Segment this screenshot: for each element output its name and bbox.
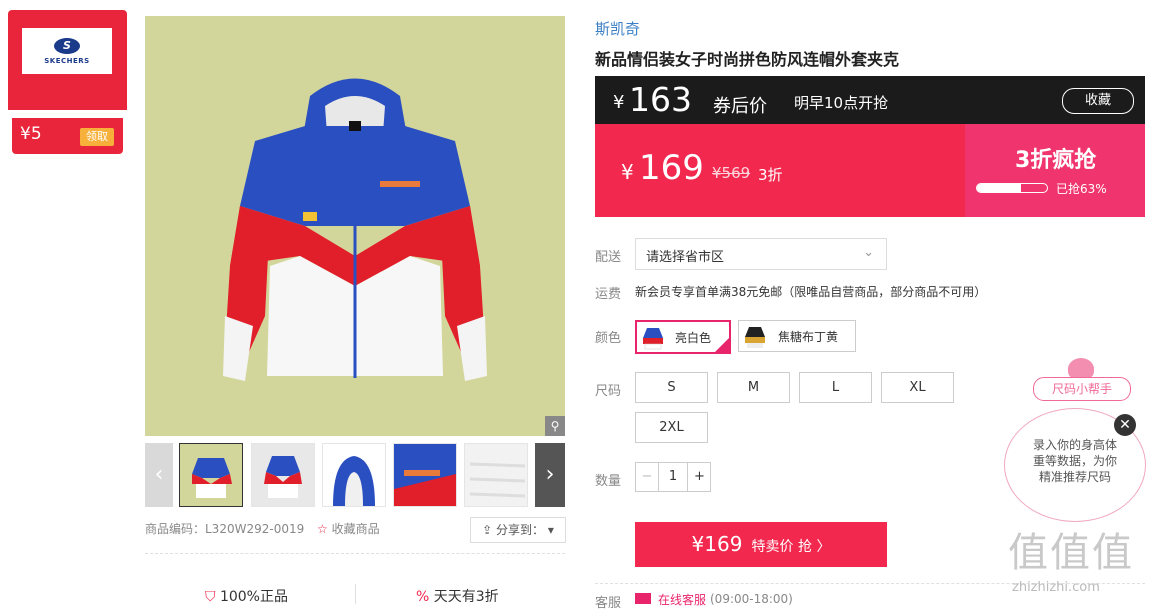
- color-swatch: [745, 327, 765, 348]
- discount-rate: 3折: [758, 166, 783, 184]
- quantity-increase-button[interactable]: +: [687, 463, 711, 491]
- star-icon: ☆: [317, 522, 328, 536]
- share-label: 分享到：: [496, 523, 545, 537]
- discount-icon: %: [416, 589, 430, 605]
- region-select[interactable]: 请选择省市区 ⌄: [635, 238, 887, 270]
- color-name: 亮白色: [675, 331, 712, 345]
- buy-price: ¥169: [691, 532, 743, 556]
- color-label: 颜色: [595, 331, 622, 346]
- guarantee-discount: % 天天有3折: [416, 586, 499, 606]
- thumbnail-strip: ‹ ›: [145, 443, 565, 507]
- sold-progress-bar: [976, 183, 1048, 193]
- size-option[interactable]: L: [799, 372, 872, 403]
- color-option[interactable]: 焦糖布丁黄: [738, 320, 856, 352]
- favorite-label: 收藏商品: [331, 522, 380, 536]
- sold-progress-fill: [977, 184, 1022, 192]
- claim-coupon-button[interactable]: 领取: [80, 128, 114, 146]
- quantity-label: 数量: [595, 474, 622, 489]
- thumbnail[interactable]: [322, 443, 386, 507]
- coupon-price-bar: ¥ 163 券后价 明早10点开抢 收藏: [595, 76, 1145, 124]
- watermark-site: zhizhizhi.com: [1012, 580, 1100, 595]
- chat-icon: [635, 593, 651, 604]
- chevron-down-icon: ⌄: [863, 245, 874, 260]
- size-option[interactable]: XL: [881, 372, 954, 403]
- brand-link[interactable]: 斯凯奇: [595, 18, 640, 39]
- delivery-label: 配送: [595, 250, 622, 265]
- divider: [355, 584, 356, 604]
- size-option[interactable]: 2XL: [635, 412, 708, 443]
- share-button[interactable]: ⇪ 分享到： ▾: [470, 517, 566, 543]
- product-title: 新品情侣装女子时尚拼色防风连帽外套夹克: [595, 50, 900, 69]
- size-helper-text: 录入你的身高体重等数据，为你精准推荐尺码: [1032, 438, 1117, 484]
- buy-button[interactable]: ¥169 特卖价 抢 〉: [635, 522, 887, 567]
- size-label: 尺码: [595, 384, 622, 399]
- buy-label: 特卖价 抢 〉: [751, 539, 831, 555]
- logo-text: SKECHERS: [44, 56, 90, 65]
- selected-check-icon: [715, 338, 729, 352]
- guarantee-label: 天天有3折: [433, 589, 499, 605]
- thumb-next-button[interactable]: ›: [535, 443, 565, 507]
- close-icon[interactable]: ✕: [1114, 414, 1136, 436]
- product-main-image: ⚲: [145, 16, 565, 436]
- chevron-down-icon: ▾: [547, 523, 554, 537]
- coupon-header: S SKECHERS: [8, 10, 127, 110]
- coupon-footer: ¥5 领取: [12, 118, 123, 154]
- size-option[interactable]: S: [635, 372, 708, 403]
- online-service-link[interactable]: 在线客服: [658, 591, 706, 608]
- brand-logo: S SKECHERS: [22, 28, 112, 74]
- service-label: 客服: [595, 596, 622, 611]
- watermark-logo: 值值值: [1008, 530, 1134, 576]
- thumbnail[interactable]: [179, 443, 243, 507]
- color-swatch: [643, 328, 663, 350]
- collect-button[interactable]: 收藏: [1062, 88, 1134, 114]
- share-icon: ⇪: [482, 523, 493, 537]
- coupon-amount: ¥5: [20, 124, 42, 144]
- size-helper-tag[interactable]: 尺码小帮手: [1033, 377, 1131, 401]
- coupon-card[interactable]: S SKECHERS ¥5 领取: [8, 10, 127, 154]
- sale-start-text: 明早10点开抢: [794, 94, 889, 112]
- promo-title: 3折疯抢: [1015, 148, 1097, 173]
- shield-icon: ⛉: [205, 589, 216, 605]
- logo-mark: S: [54, 37, 80, 54]
- color-name: 焦糖布丁黄: [778, 330, 839, 344]
- guarantee-label: 100%正品: [219, 589, 288, 605]
- region-select-value: 请选择省市区: [646, 250, 725, 265]
- guarantee-authentic: ⛉ 100%正品: [205, 586, 288, 606]
- favorite-product-button[interactable]: ☆ 收藏商品: [317, 520, 380, 537]
- quantity-decrease-button[interactable]: −: [636, 463, 659, 491]
- divider: [145, 553, 565, 554]
- quantity-stepper: − 1 +: [635, 462, 711, 492]
- divider: [18, 113, 118, 114]
- price-bar: ¥ 169 ¥569 3折 3折疯抢 已抢63%: [595, 124, 1145, 217]
- thumb-prev-button[interactable]: ‹: [145, 443, 173, 507]
- product-code: 商品编码：L320W292-0019: [145, 522, 305, 536]
- color-option[interactable]: 亮白色: [635, 320, 731, 354]
- thumbnail[interactable]: [251, 443, 315, 507]
- product-meta-row: 商品编码：L320W292-0019 ☆ 收藏商品 ⇪ 分享到： ▾: [145, 517, 566, 543]
- original-price: ¥569: [712, 164, 751, 182]
- promo-panel: 3折疯抢 已抢63%: [965, 124, 1145, 217]
- quantity-input[interactable]: 1: [659, 463, 687, 491]
- coupon-price: 163: [629, 80, 692, 119]
- sold-text: 已抢63%: [1056, 182, 1107, 196]
- zoom-icon[interactable]: ⚲: [545, 416, 565, 436]
- sale-price: 169: [639, 148, 704, 188]
- thumbnail[interactable]: [393, 443, 457, 507]
- thumbnail[interactable]: [464, 443, 528, 507]
- shipping-text: 新会员专享首单满38元免邮（限唯品自营商品，部分商品不可用）: [635, 285, 987, 299]
- size-option[interactable]: M: [717, 372, 790, 403]
- currency-symbol: ¥: [621, 160, 634, 184]
- shipping-label: 运费: [595, 287, 622, 302]
- jacket-illustration: [223, 78, 487, 381]
- coupon-price-label: 券后价: [713, 96, 767, 117]
- currency-symbol: ¥: [613, 92, 625, 113]
